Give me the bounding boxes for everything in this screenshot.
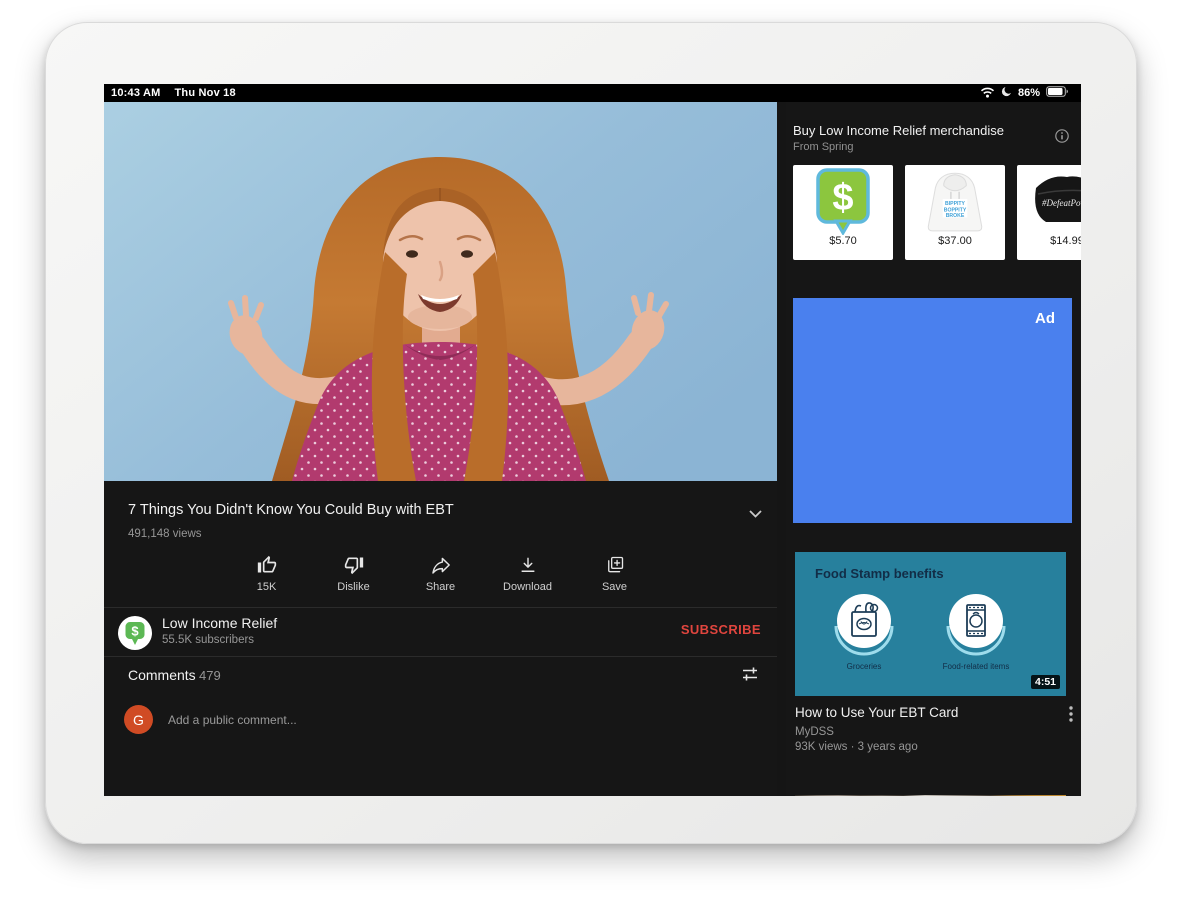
suggested-video-channel: MyDSS [795, 726, 834, 738]
thumbnail-title: Food Stamp benefits [815, 566, 944, 581]
do-not-disturb-moon-icon [1001, 86, 1012, 100]
suggested-video-meta: 93K views · 3 years ago [795, 741, 918, 753]
view-count: 491,148 views [128, 528, 202, 540]
share-label: Share [426, 581, 455, 593]
ad-banner[interactable]: Ad [793, 298, 1072, 523]
status-date: Thu Nov 18 [175, 87, 236, 99]
save-label: Save [602, 581, 627, 593]
wifi-icon [980, 86, 995, 101]
dislike-button[interactable]: Dislike [319, 551, 389, 601]
save-to-playlist-icon [605, 555, 625, 575]
next-thumbnail-partial[interactable] [795, 795, 1066, 796]
status-bar: 10:43 AM Thu Nov 18 [104, 84, 1081, 102]
thumbs-down-icon [344, 555, 364, 575]
merch-item-hoodie[interactable]: BIPPITY BOPPITY BROKE $37.00 [905, 165, 1005, 260]
subscribe-button[interactable]: SUBSCRIBE [681, 622, 761, 637]
youtube-app-screen: 10:43 AM Thu Nov 18 [104, 84, 1081, 796]
tablet-frame: 10:43 AM Thu Nov 18 [45, 22, 1137, 844]
screenshot-stage: 10:43 AM Thu Nov 18 [0, 0, 1200, 904]
thumbnail-label: Groceries [847, 662, 882, 671]
fanny-pack-image: #DefeatPoverty [1028, 165, 1081, 237]
action-bar: 15K Dislike Share [104, 551, 777, 601]
suggested-video-title[interactable]: How to Use Your EBT Card [795, 705, 1035, 720]
battery-percent: 86% [1018, 87, 1040, 99]
thumbnail-food-item: Food-related items [921, 588, 1031, 671]
svg-text:$: $ [832, 177, 853, 219]
share-button[interactable]: Share [406, 551, 476, 601]
merch-price: $5.70 [829, 235, 857, 247]
like-count-label: 15K [257, 581, 277, 593]
hoodie-image: BIPPITY BOPPITY BROKE [919, 165, 991, 237]
sidebar: Buy Low Income Relief merchandise From S… [786, 102, 1081, 796]
merch-price: $37.00 [938, 235, 972, 247]
chevron-down-icon[interactable] [749, 505, 762, 523]
share-arrow-icon [430, 555, 452, 575]
svg-text:BROKE: BROKE [946, 213, 965, 219]
ad-label: Ad [1035, 310, 1055, 327]
watch-column: 7 Things You Didn't Know You Could Buy w… [104, 102, 777, 796]
thumbnail-label: Food-related items [943, 662, 1010, 671]
subscriber-count: 55.5K subscribers [162, 634, 254, 646]
merch-price: $14.99 [1050, 235, 1081, 247]
kebab-menu-icon[interactable] [1069, 706, 1073, 727]
dislike-label: Dislike [337, 581, 369, 593]
comments-header: Comments 479 [104, 657, 777, 691]
comments-count: 479 [199, 668, 221, 683]
dollar-sticker-image: $ [814, 165, 872, 237]
thumbs-up-icon [257, 555, 277, 575]
comment-placeholder: Add a public comment... [168, 713, 297, 727]
download-label: Download [503, 581, 552, 593]
battery-icon [1046, 86, 1069, 100]
user-avatar: G [124, 705, 153, 734]
duration-badge: 4:51 [1031, 675, 1060, 689]
suggested-video-thumbnail[interactable]: Food Stamp benefits Groceries [795, 552, 1066, 696]
comments-title: Comments [128, 667, 196, 683]
merch-title: Buy Low Income Relief merchandise [793, 123, 1004, 138]
merch-subtitle: From Spring [793, 141, 854, 153]
video-title: 7 Things You Didn't Know You Could Buy w… [128, 502, 708, 518]
like-button[interactable]: 15K [232, 551, 302, 601]
merch-item-dollar-sticker[interactable]: $ $5.70 [793, 165, 893, 260]
download-icon [518, 555, 538, 575]
add-comment-row[interactable]: G Add a public comment... [104, 694, 777, 744]
canned-food-icon [940, 588, 1012, 660]
sort-comments-icon[interactable] [741, 665, 759, 688]
thumbnail-groceries-item: Groceries [809, 588, 919, 671]
channel-name: Low Income Relief [162, 615, 277, 631]
svg-text:#DefeatPoverty: #DefeatPoverty [1042, 198, 1081, 208]
video-player[interactable] [104, 102, 777, 481]
merch-shelf: $ $5.70 BIPPITY [793, 165, 1081, 260]
save-button[interactable]: Save [580, 551, 650, 601]
svg-text:$: $ [131, 624, 139, 639]
channel-row[interactable]: $ Low Income Relief 55.5K subscribers SU… [104, 608, 777, 656]
info-icon[interactable] [1055, 129, 1069, 148]
channel-avatar: $ [118, 616, 152, 650]
merch-item-fanny-pack[interactable]: #DefeatPoverty $14.99 [1017, 165, 1081, 260]
svg-text:BIPPITY: BIPPITY [945, 201, 966, 207]
groceries-icon [828, 588, 900, 660]
status-time: 10:43 AM [111, 87, 161, 99]
download-button[interactable]: Download [493, 551, 563, 601]
